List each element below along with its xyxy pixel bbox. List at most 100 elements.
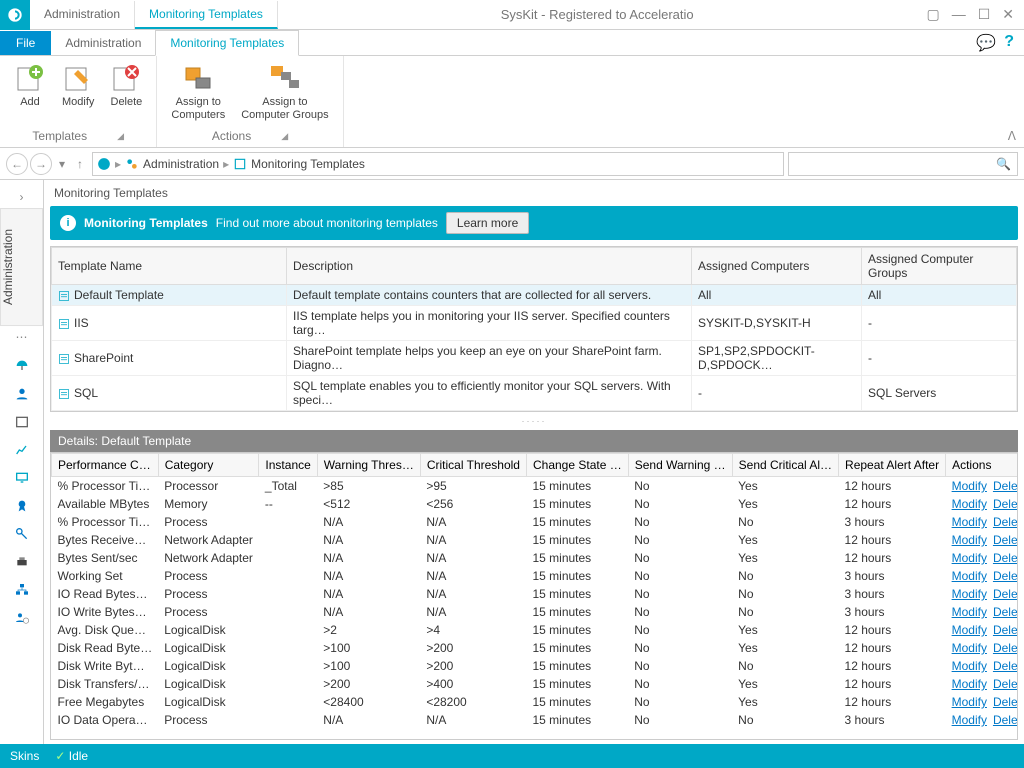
table-row[interactable]: Avg. Disk Que…LogicalDisk>2>415 minutesN…	[52, 621, 1019, 639]
sidebar-key-icon[interactable]	[0, 520, 43, 548]
modify-link[interactable]: Modify	[952, 551, 987, 565]
col-assigned-groups[interactable]: Assigned Computer Groups	[862, 248, 1017, 285]
sidebar-window-icon[interactable]	[0, 408, 43, 436]
delete-link[interactable]: Delete	[993, 695, 1018, 709]
col-send-warning[interactable]: Send Warning …	[628, 454, 732, 477]
sidebar-chart-icon[interactable]	[0, 436, 43, 464]
delete-link[interactable]: Delete	[993, 479, 1018, 493]
context-tab-monitoring[interactable]: Monitoring Templates	[135, 1, 278, 29]
search-input[interactable]: 🔍	[788, 152, 1018, 176]
nav-back-icon[interactable]: ←	[6, 153, 28, 175]
col-instance[interactable]: Instance	[259, 454, 317, 477]
delete-link[interactable]: Delete	[993, 641, 1018, 655]
delete-link[interactable]: Delete	[993, 587, 1018, 601]
file-tab[interactable]: File	[0, 31, 51, 55]
modify-link[interactable]: Modify	[952, 623, 987, 637]
col-change-state[interactable]: Change State …	[526, 454, 628, 477]
table-row[interactable]: Free MegabytesLogicalDisk<28400<2820015 …	[52, 693, 1019, 711]
col-template-name[interactable]: Template Name	[52, 248, 287, 285]
sidebar-more-icon[interactable]: ⋯	[16, 326, 28, 352]
table-row[interactable]: % Processor Ti…ProcessN/AN/A15 minutesNo…	[52, 513, 1019, 531]
col-critical-threshold[interactable]: Critical Threshold	[420, 454, 526, 477]
modify-link[interactable]: Modify	[952, 515, 987, 529]
sidebar-user-gear-icon[interactable]	[0, 604, 43, 632]
modify-link[interactable]: Modify	[952, 695, 987, 709]
delete-link[interactable]: Delete	[993, 497, 1018, 511]
nav-forward-icon[interactable]: →	[30, 153, 52, 175]
sidebar-printer-icon[interactable]	[0, 548, 43, 576]
dialog-launcher-icon[interactable]: ◢	[281, 131, 288, 142]
window-panel-icon[interactable]: ▢	[926, 6, 939, 23]
sidebar-org-icon[interactable]	[0, 576, 43, 604]
table-row[interactable]: SharePointSharePoint template helps you …	[52, 341, 1017, 376]
col-actions[interactable]: Actions	[946, 454, 1018, 477]
col-assigned-computers[interactable]: Assigned Computers	[692, 248, 862, 285]
modify-link[interactable]: Modify	[952, 587, 987, 601]
delete-link[interactable]: Delete	[993, 551, 1018, 565]
splitter-handle[interactable]: ·····	[44, 412, 1024, 430]
sidebar-expand-icon[interactable]: ›	[16, 186, 28, 208]
col-send-critical[interactable]: Send Critical Al…	[732, 454, 838, 477]
modify-link[interactable]: Modify	[952, 659, 987, 673]
table-row[interactable]: Bytes Receive…Network AdapterN/AN/A15 mi…	[52, 531, 1019, 549]
modify-link[interactable]: Modify	[952, 713, 987, 727]
breadcrumb[interactable]: ▸ Administration ▸ Monitoring Templates	[92, 152, 784, 176]
modify-link[interactable]: Modify	[952, 569, 987, 583]
delete-button[interactable]: Delete	[104, 60, 148, 129]
breadcrumb-admin[interactable]: Administration	[143, 157, 219, 171]
ribbon-collapse-icon[interactable]: ᐱ	[1008, 129, 1016, 143]
table-row[interactable]: Working SetProcessN/AN/A15 minutesNoNo3 …	[52, 567, 1019, 585]
nav-up-icon[interactable]: ↑	[72, 153, 88, 175]
table-row[interactable]: IO Data Opera…ProcessN/AN/A15 minutesNoN…	[52, 711, 1019, 729]
help-icon[interactable]: ?	[1004, 33, 1014, 53]
delete-link[interactable]: Delete	[993, 605, 1018, 619]
dialog-launcher-icon[interactable]: ◢	[117, 131, 124, 142]
table-row[interactable]: Disk Read Byte…LogicalDisk>100>20015 min…	[52, 639, 1019, 657]
assign-groups-button[interactable]: Assign to Computer Groups	[235, 60, 334, 129]
delete-link[interactable]: Delete	[993, 533, 1018, 547]
window-close-icon[interactable]: ✕	[1002, 6, 1014, 23]
table-row[interactable]: Disk Write Byt…LogicalDisk>100>20015 min…	[52, 657, 1019, 675]
ribbon-tab-admin[interactable]: Administration	[51, 31, 155, 55]
modify-link[interactable]: Modify	[952, 641, 987, 655]
modify-link[interactable]: Modify	[952, 533, 987, 547]
table-row[interactable]: Available MBytesMemory--<512<25615 minut…	[52, 495, 1019, 513]
add-button[interactable]: Add	[8, 60, 52, 129]
modify-button[interactable]: Modify	[56, 60, 100, 129]
table-row[interactable]: IO Write Bytes…ProcessN/AN/A15 minutesNo…	[52, 603, 1019, 621]
col-perf-counter[interactable]: Performance C…	[52, 454, 159, 477]
window-minimize-icon[interactable]: —	[952, 6, 966, 23]
nav-history-icon[interactable]: ▾	[54, 153, 70, 175]
assign-computers-button[interactable]: Assign to Computers	[165, 60, 231, 129]
delete-link[interactable]: Delete	[993, 623, 1018, 637]
window-maximize-icon[interactable]: ☐	[978, 6, 991, 23]
delete-link[interactable]: Delete	[993, 569, 1018, 583]
table-row[interactable]: % Processor Ti…Processor_Total>85>9515 m…	[52, 477, 1019, 496]
modify-link[interactable]: Modify	[952, 479, 987, 493]
sidebar-dashboard-icon[interactable]	[0, 352, 43, 380]
table-row[interactable]: IISIIS template helps you in monitoring …	[52, 306, 1017, 341]
modify-link[interactable]: Modify	[952, 677, 987, 691]
table-row[interactable]: SQLSQL template enables you to efficient…	[52, 376, 1017, 411]
breadcrumb-monitoring[interactable]: Monitoring Templates	[251, 157, 365, 171]
delete-link[interactable]: Delete	[993, 677, 1018, 691]
table-row[interactable]: IO Read Bytes…ProcessN/AN/A15 minutesNoN…	[52, 585, 1019, 603]
col-description[interactable]: Description	[287, 248, 692, 285]
delete-link[interactable]: Delete	[993, 713, 1018, 727]
modify-link[interactable]: Modify	[952, 605, 987, 619]
delete-link[interactable]: Delete	[993, 659, 1018, 673]
col-category[interactable]: Category	[158, 454, 259, 477]
modify-link[interactable]: Modify	[952, 497, 987, 511]
sidebar-badge-icon[interactable]	[0, 492, 43, 520]
table-row[interactable]: Default TemplateDefault template contain…	[52, 285, 1017, 306]
sidebar-user-icon[interactable]	[0, 380, 43, 408]
skins-link[interactable]: Skins	[10, 749, 39, 763]
learn-more-button[interactable]: Learn more	[446, 212, 529, 234]
chat-icon[interactable]: 💬	[976, 33, 996, 53]
ribbon-tab-monitoring[interactable]: Monitoring Templates	[155, 30, 299, 56]
table-row[interactable]: Bytes Sent/secNetwork AdapterN/AN/A15 mi…	[52, 549, 1019, 567]
delete-link[interactable]: Delete	[993, 515, 1018, 529]
sidebar-monitor-icon[interactable]	[0, 464, 43, 492]
table-row[interactable]: Disk Transfers/…LogicalDisk>200>40015 mi…	[52, 675, 1019, 693]
context-tab-admin[interactable]: Administration	[30, 1, 135, 29]
